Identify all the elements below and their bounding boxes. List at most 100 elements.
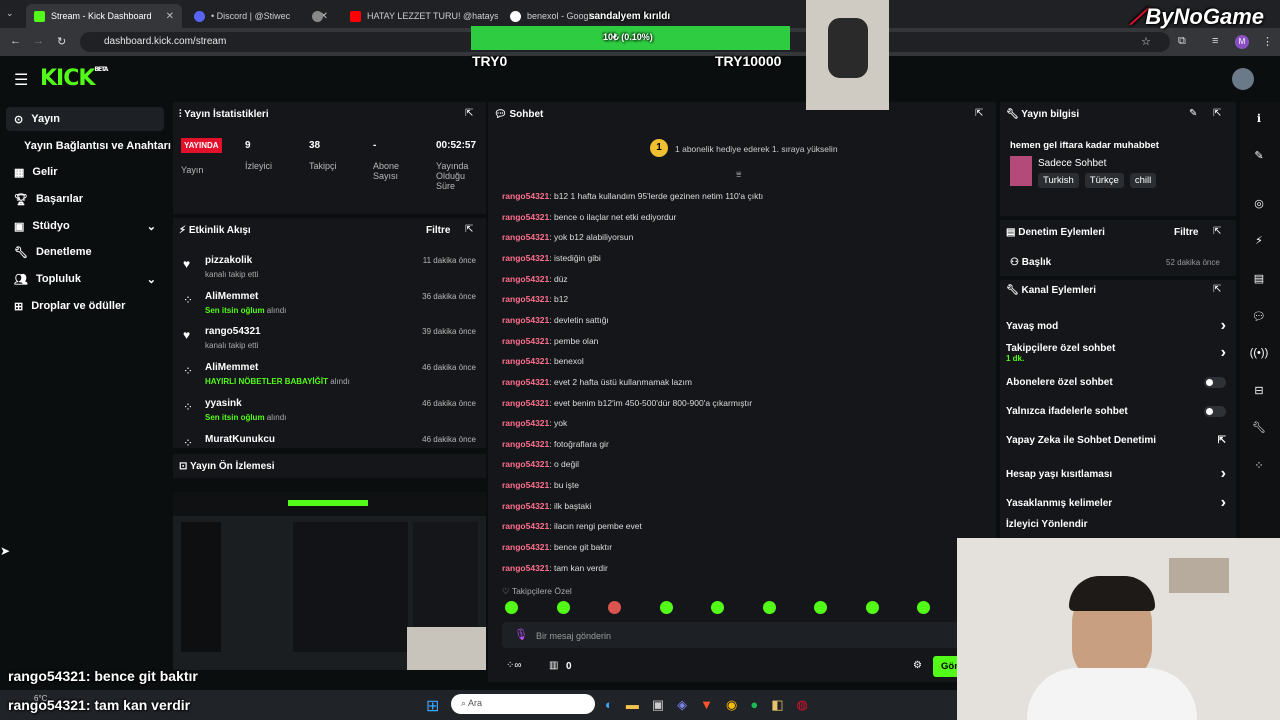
spotify-icon[interactable]: ●: [750, 697, 758, 713]
chat-message[interactable]: rango54321: bence o ilaçlar net etki edi…: [502, 212, 676, 222]
external-link-icon[interactable]: ⇱: [1218, 435, 1226, 446]
emote-icon[interactable]: [608, 601, 621, 614]
emote-icon[interactable]: [762, 601, 776, 614]
chat-username[interactable]: rango54321: [502, 480, 549, 490]
sidebar-item-gelir[interactable]: ▦ Gelir: [6, 160, 164, 184]
chat-message[interactable]: rango54321: düz: [502, 274, 568, 284]
toggle-switch[interactable]: [1204, 377, 1226, 388]
channel-action-item[interactable]: Yalnızca ifadelerle sohbet: [1006, 406, 1226, 417]
store-icon[interactable]: ▥: [549, 660, 558, 671]
media-icon[interactable]: ≡: [1212, 35, 1218, 47]
chat-message[interactable]: rango54321: yok: [502, 418, 567, 428]
chat-message[interactable]: rango54321: b12 1 hafta kullandım 95'ler…: [502, 191, 763, 201]
user-avatar[interactable]: [1232, 68, 1254, 90]
chat-message[interactable]: rango54321: yok b12 alabiliyorsun: [502, 232, 633, 242]
broadcast-icon[interactable]: ((•)): [1244, 341, 1274, 365]
chat-username[interactable]: rango54321: [502, 253, 549, 263]
chat-message[interactable]: rango54321: o değil: [502, 459, 579, 469]
chat-username[interactable]: rango54321: [502, 459, 549, 469]
microphone-icon[interactable]: 🎙︎: [514, 628, 528, 641]
reload-icon[interactable]: ↻: [57, 35, 66, 48]
popout-icon[interactable]: ⇱: [465, 224, 473, 235]
channel-action-item[interactable]: Yasaklanmış kelimeler ›: [1006, 494, 1226, 512]
file-explorer-icon[interactable]: ▬: [626, 697, 639, 713]
chat-message[interactable]: rango54321: evet benim b12'im 450-500'dü…: [502, 398, 752, 408]
tag-chip[interactable]: Turkish: [1038, 173, 1079, 188]
info-icon[interactable]: ℹ: [1244, 106, 1274, 130]
event-username[interactable]: MuratKunukcu: [205, 434, 275, 445]
activity-event[interactable]: ⁘ yyasink Sen itsin oğlum alındı 46 dakika …: [179, 397, 479, 429]
popout-icon[interactable]: ⇱: [465, 108, 473, 119]
chat-username[interactable]: rango54321: [502, 191, 549, 201]
browser-menu-icon[interactable]: ⋮: [1262, 35, 1273, 48]
emote-icon[interactable]: [556, 601, 570, 614]
chat-message[interactable]: rango54321: evet 2 hafta üstü kullanmama…: [502, 377, 692, 387]
chat-username[interactable]: rango54321: [502, 232, 549, 242]
tag-chip[interactable]: chill: [1129, 173, 1157, 188]
chat-message[interactable]: rango54321: bu işte: [502, 480, 579, 490]
chat-bubble-icon[interactable]: 💬︎: [1244, 304, 1274, 328]
channel-action-item[interactable]: İzleyici Yönlendir: [1006, 519, 1226, 530]
sidebar-item-denetleme[interactable]: 🔧︎ Denetleme: [6, 240, 164, 264]
chat-message[interactable]: rango54321: bence git baktır: [502, 542, 612, 552]
sidebar-item-stream-key[interactable]: Yayın Bağlantısı ve Anahtarı: [16, 134, 176, 158]
chat-message[interactable]: rango54321: tam kan verdir: [502, 563, 608, 573]
extensions-icon[interactable]: ⧉: [1178, 35, 1186, 48]
chat-username[interactable]: rango54321: [502, 294, 549, 304]
stream-preview-video[interactable]: [173, 492, 486, 670]
event-username[interactable]: AliMemmet: [205, 291, 258, 302]
activity-event[interactable]: ⁘ AliMemmet Sen itsin oğlum alındı 36 dakik…: [179, 290, 479, 322]
app-icon[interactable]: ◧: [771, 697, 783, 713]
sidebar-item-yayin[interactable]: ⊙ Yayın: [6, 107, 164, 131]
sidebar-item-droplar[interactable]: ⊞ Droplar ve ödüller: [6, 294, 164, 318]
edge-icon[interactable]: ◐: [605, 697, 613, 713]
chevron-right-icon[interactable]: ›: [1221, 344, 1226, 362]
chat-message[interactable]: rango54321: benexol: [502, 356, 584, 366]
bolt-icon[interactable]: ⚡︎: [1244, 228, 1274, 252]
chat-username[interactable]: rango54321: [502, 418, 549, 428]
chat-message[interactable]: rango54321: ilk baştaki: [502, 501, 591, 511]
toggle-switch[interactable]: [1204, 406, 1226, 417]
chat-collapse-icon[interactable]: ⩸: [736, 169, 741, 180]
windows-start-icon[interactable]: ⊞: [426, 696, 439, 716]
chat-username[interactable]: rango54321: [502, 501, 549, 511]
sidebar-item-studyo[interactable]: ▣ Stüdyo ⌄: [6, 214, 164, 238]
emote-icon[interactable]: [711, 601, 724, 614]
activity-event[interactable]: ⁘ AliMemmet HAYIRLI NÖBETLER BABAYİĞİT alı…: [179, 361, 479, 393]
channel-action-item[interactable]: Yavaş mod ›: [1006, 317, 1226, 335]
emote-icon[interactable]: [505, 601, 518, 614]
chat-message[interactable]: rango54321: istediğin gibi: [502, 253, 601, 263]
popout-icon[interactable]: ⇱: [1213, 226, 1221, 237]
chat-message[interactable]: rango54321: b12: [502, 294, 568, 304]
bookmark-star-icon[interactable]: ☆: [1141, 35, 1151, 48]
event-username[interactable]: rango54321: [205, 326, 261, 337]
event-username[interactable]: yyasink: [205, 398, 242, 409]
activity-event[interactable]: ♥ rango54321 kanalı takip etti 39 dakika ön…: [179, 325, 479, 357]
emote-icon[interactable]: [659, 601, 673, 614]
chat-message[interactable]: rango54321: pembe olan: [502, 336, 598, 346]
tab-audio[interactable]: [304, 4, 334, 28]
channel-action-item[interactable]: Yapay Zeka ile Sohbet Denetimi ⇱: [1006, 435, 1226, 446]
sidebar-item-topluluk[interactable]: 👥︎ Topluluk ⌄: [6, 267, 164, 291]
chat-username[interactable]: rango54321: [502, 336, 549, 346]
event-username[interactable]: pizzakolik: [205, 255, 252, 266]
chat-username[interactable]: rango54321: [502, 356, 549, 366]
back-icon[interactable]: ←: [10, 35, 21, 47]
chat-message[interactable]: rango54321: devletin sattığı: [502, 315, 609, 325]
tab-close-icon[interactable]: ✕: [166, 11, 174, 22]
layout-icon[interactable]: ⊟: [1244, 378, 1274, 402]
brave-icon[interactable]: ▼: [700, 697, 713, 713]
chrome-icon[interactable]: ◉: [726, 697, 737, 713]
channel-action-item[interactable]: Abonelere özel sohbet: [1006, 377, 1226, 388]
channel-action-item[interactable]: Takipçilere özel sohbet 1 dk. ›: [1006, 343, 1226, 363]
popout-icon[interactable]: ⇱: [1213, 284, 1221, 295]
chat-username[interactable]: rango54321: [502, 274, 549, 284]
activity-filter-button[interactable]: Filtre: [426, 225, 450, 236]
kick-logo[interactable]: KICKBETA: [40, 66, 108, 91]
chat-username[interactable]: rango54321: [502, 315, 549, 325]
chat-username[interactable]: rango54321: [502, 439, 549, 449]
teams-icon[interactable]: ◈: [677, 697, 687, 713]
target-icon[interactable]: ◎: [1244, 191, 1274, 215]
channel-points-icon[interactable]: ⁘: [1244, 453, 1274, 477]
hamburger-menu-icon[interactable]: ☰: [14, 70, 28, 90]
